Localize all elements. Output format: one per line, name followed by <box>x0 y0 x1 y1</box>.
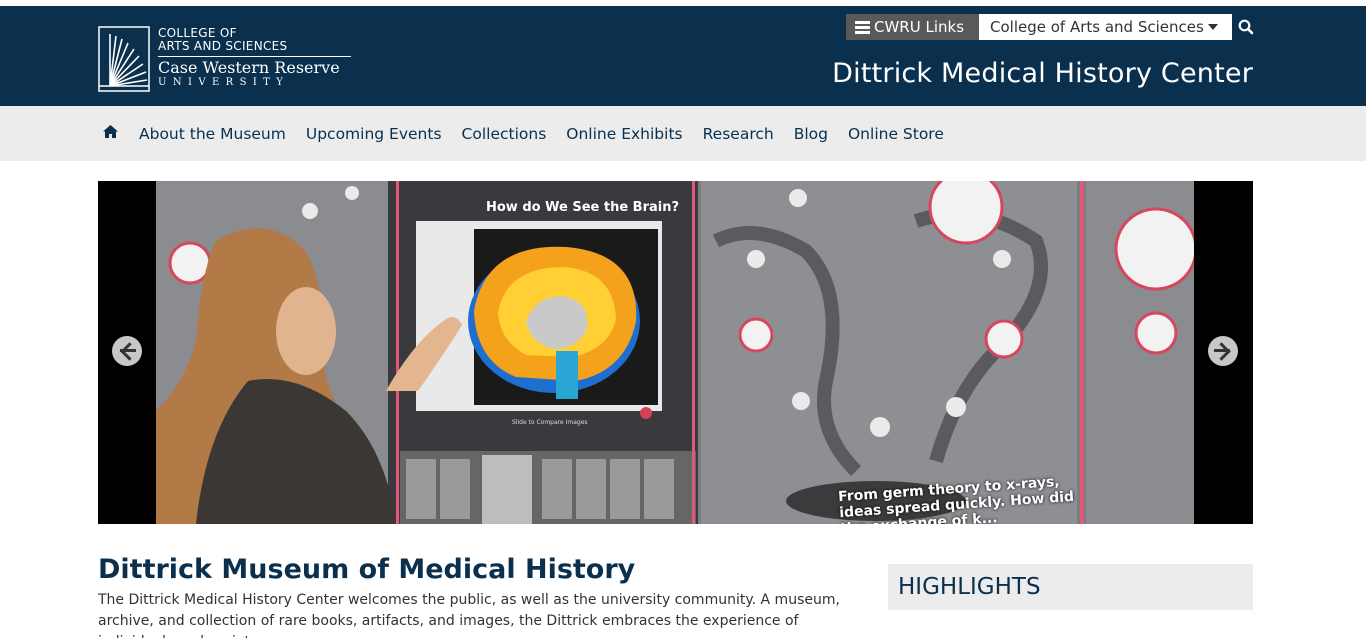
arrow-left-icon <box>120 349 136 352</box>
logo-arts-and-sciences: ARTS AND SCIENCES <box>158 39 288 53</box>
college-logo[interactable]: COLLEGE OF ARTS AND SCIENCES Case Wester… <box>98 26 358 96</box>
carousel-prev-button[interactable] <box>112 336 142 366</box>
carousel-next-button[interactable] <box>1208 336 1238 366</box>
highlights-panel: HIGHLIGHTS <box>888 564 1253 610</box>
intro-paragraph: The Dittrick Medical History Center welc… <box>98 592 840 638</box>
page-title: Dittrick Museum of Medical History <box>98 554 636 585</box>
search-button[interactable] <box>1233 14 1259 40</box>
sunburst-logo-icon <box>98 26 150 92</box>
nav-item-online-store[interactable]: Online Store <box>838 125 954 143</box>
logo-case-western-reserve: Case Western Reserve <box>158 58 340 77</box>
college-select-value: College of Arts and Sciences <box>990 18 1204 36</box>
screen-subtitle: Slide to Compare Images <box>512 419 588 426</box>
logo-university: UNIVERSITY <box>158 77 290 88</box>
nav-item-online-exhibits[interactable]: Online Exhibits <box>556 125 692 143</box>
site-title[interactable]: Dittrick Medical History Center <box>832 58 1253 89</box>
nav-item-collections[interactable]: Collections <box>452 125 557 143</box>
college-select-dropdown[interactable]: College of Arts and Sciences <box>979 14 1232 40</box>
nav-item-research[interactable]: Research <box>693 125 784 143</box>
logo-college-of: COLLEGE OF <box>158 26 237 40</box>
screen-title: How do We See the Brain? <box>486 200 679 215</box>
nav-item-blog[interactable]: Blog <box>784 125 838 143</box>
home-icon[interactable] <box>102 124 119 143</box>
exhibit-photo: How do We See the Brain? Slide to Compar… <box>156 181 1194 524</box>
caret-down-icon <box>1208 24 1218 30</box>
hero-slide-image: How do We See the Brain? Slide to Compar… <box>156 181 1194 524</box>
hero-carousel[interactable]: How do We See the Brain? Slide to Compar… <box>98 181 1253 524</box>
nav-item-about-the-museum[interactable]: About the Museum <box>129 125 296 143</box>
nav-item-upcoming-events[interactable]: Upcoming Events <box>296 125 452 143</box>
hamburger-icon <box>855 21 870 34</box>
main-nav: About the Museum Upcoming Events Collect… <box>0 106 1366 161</box>
cwru-links-button[interactable]: CWRU Links <box>846 14 979 40</box>
site-header: COLLEGE OF ARTS AND SCIENCES Case Wester… <box>0 6 1366 106</box>
logo-rule <box>158 56 351 57</box>
cwru-links-label: CWRU Links <box>874 18 965 36</box>
arrow-right-icon <box>1214 349 1230 352</box>
nav-list: About the Museum Upcoming Events Collect… <box>129 106 954 161</box>
search-icon <box>1238 19 1254 35</box>
highlights-heading: HIGHLIGHTS <box>898 574 1041 600</box>
